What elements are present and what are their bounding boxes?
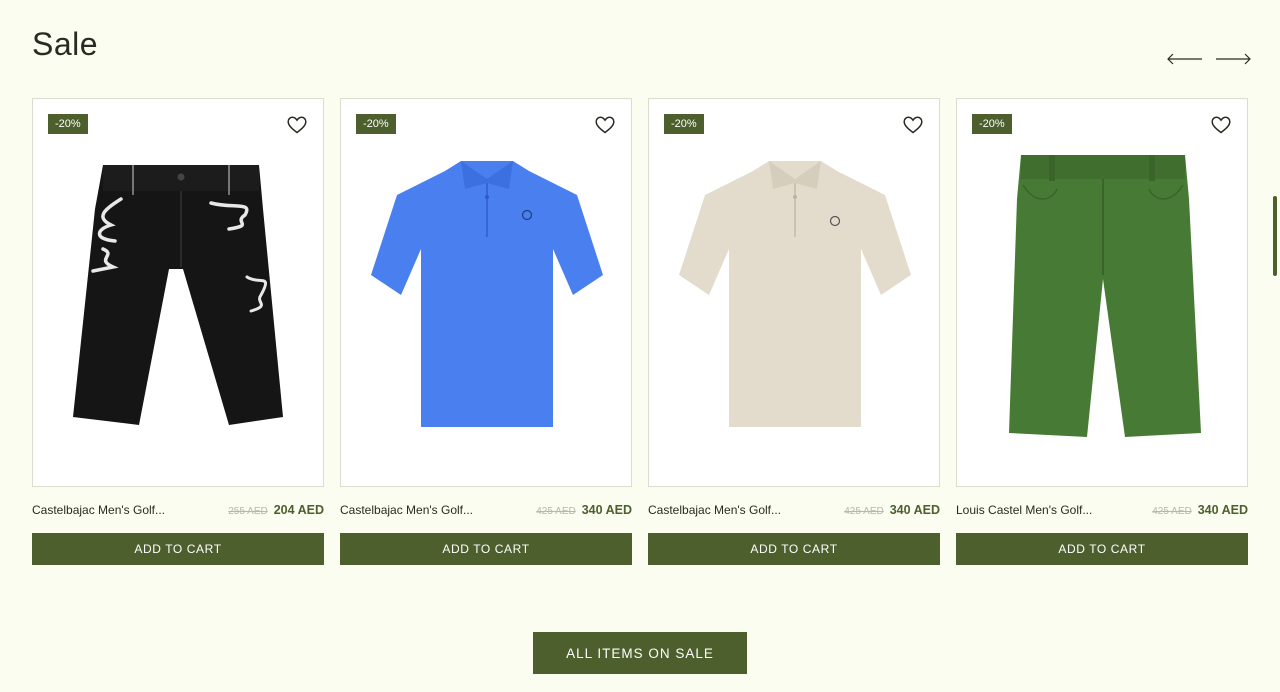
product-prices: 425 AED 340 AED (844, 503, 940, 517)
product-image-frame[interactable]: -20% (32, 98, 324, 487)
product-info: Castelbajac Men's Golf... 425 AED 340 AE… (648, 503, 940, 523)
product-card: -20% Castelbajac Men's Golf... 425 AED 3… (340, 98, 632, 565)
sale-price: 340 AED (889, 503, 940, 517)
wishlist-button[interactable] (287, 116, 307, 134)
sale-price: 340 AED (1197, 503, 1248, 517)
add-to-cart-button[interactable]: ADD TO CART (956, 533, 1248, 565)
green-shorts-image (1009, 155, 1201, 437)
product-prices: 425 AED 340 AED (536, 503, 632, 517)
product-prices: 255 AED 204 AED (228, 503, 324, 517)
wishlist-button[interactable] (595, 116, 615, 134)
product-info: Castelbajac Men's Golf... 425 AED 340 AE… (340, 503, 632, 523)
product-prices: 425 AED 340 AED (1152, 503, 1248, 517)
carousel-prev-button[interactable] (1166, 50, 1204, 68)
product-image-frame[interactable]: -20% (956, 98, 1248, 487)
discount-badge: -20% (972, 114, 1012, 134)
blue-polo-image (371, 161, 603, 427)
add-to-cart-button[interactable]: ADD TO CART (340, 533, 632, 565)
wishlist-button[interactable] (903, 116, 923, 134)
original-price: 255 AED (228, 506, 268, 517)
sale-price: 340 AED (581, 503, 632, 517)
sale-price: 204 AED (273, 503, 324, 517)
heart-icon (287, 116, 307, 134)
product-carousel: -20% Castelbajac Men's Golf... 255 AED 2… (32, 98, 1248, 565)
original-price: 425 AED (1152, 506, 1192, 517)
product-image-frame[interactable]: -20% (340, 98, 632, 487)
arrow-left-icon (1167, 53, 1202, 65)
product-card: -20% Castelbajac Men's Golf... 255 AED 2… (32, 98, 324, 565)
product-info: Louis Castel Men's Golf... 425 AED 340 A… (956, 503, 1248, 523)
product-card: -20% Castelbajac Men's Golf... 425 AED 3… (648, 98, 940, 565)
product-image-frame[interactable]: -20% (648, 98, 940, 487)
product-name[interactable]: Louis Castel Men's Golf... (956, 503, 1092, 517)
product-name[interactable]: Castelbajac Men's Golf... (340, 503, 473, 517)
discount-badge: -20% (48, 114, 88, 134)
beige-polo-image (679, 161, 911, 427)
add-to-cart-button[interactable]: ADD TO CART (648, 533, 940, 565)
all-items-on-sale-button[interactable]: ALL ITEMS ON SALE (533, 632, 747, 674)
discount-badge: -20% (356, 114, 396, 134)
product-name[interactable]: Castelbajac Men's Golf... (648, 503, 781, 517)
heart-icon (1211, 116, 1231, 134)
product-name[interactable]: Castelbajac Men's Golf... (32, 503, 165, 517)
heart-icon (595, 116, 615, 134)
carousel-next-button[interactable] (1214, 50, 1252, 68)
wishlist-button[interactable] (1211, 116, 1231, 134)
add-to-cart-button[interactable]: ADD TO CART (32, 533, 324, 565)
discount-badge: -20% (664, 114, 704, 134)
original-price: 425 AED (536, 506, 576, 517)
carousel-nav (1166, 50, 1252, 68)
heart-icon (903, 116, 923, 134)
black-shorts-image (73, 165, 283, 425)
product-info: Castelbajac Men's Golf... 255 AED 204 AE… (32, 503, 324, 523)
product-card: -20% Louis Castel Men's Golf... 425 AED … (956, 98, 1248, 565)
page-scrollbar-thumb[interactable] (1273, 196, 1277, 276)
arrow-right-icon (1216, 53, 1251, 65)
section-title: Sale (32, 26, 99, 62)
original-price: 425 AED (844, 506, 884, 517)
